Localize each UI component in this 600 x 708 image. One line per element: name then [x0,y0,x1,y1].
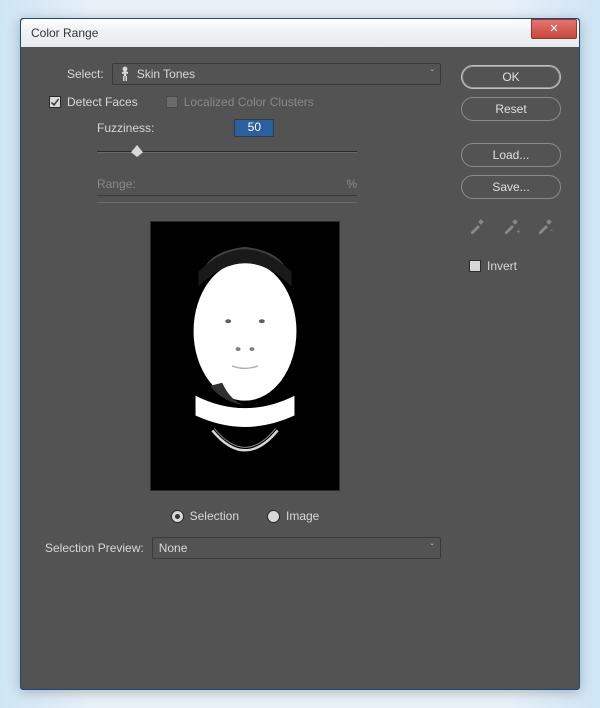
selection-preview-dropdown[interactable]: None ˇ [152,537,441,559]
color-range-dialog: Color Range ✕ Select: Skin Tones ˇ Detec… [20,18,580,690]
svg-text:-: - [550,225,553,235]
select-value: Skin Tones [137,67,195,81]
eyedropper-add-icon: + [498,215,524,237]
select-dropdown[interactable]: Skin Tones ˇ [112,63,441,85]
slider-thumb[interactable] [131,145,143,157]
radio-selection-dot [171,510,184,523]
select-row: Select: Skin Tones ˇ [67,63,441,85]
checkbox-row: Detect Faces Localized Color Clusters [49,95,441,109]
selection-preview-thumbnail [150,221,340,491]
titlebar: Color Range ✕ [21,19,579,47]
radio-selection-label: Selection [190,509,239,523]
svg-text:+: + [516,227,521,236]
load-button[interactable]: Load... [461,143,561,167]
person-icon [119,66,131,82]
save-button[interactable]: Save... [461,175,561,199]
close-button[interactable]: ✕ [531,19,577,39]
range-label: Range: [97,177,136,191]
selection-preview-label: Selection Preview: [45,541,144,555]
invert-checkbox[interactable] [469,260,481,272]
left-column: Select: Skin Tones ˇ Detect Faces Locali… [49,63,441,559]
radio-image-dot [267,510,280,523]
eyedropper-row: + - [461,215,561,237]
window-title: Color Range [31,26,98,40]
fuzziness-slider[interactable] [97,143,357,163]
range-row: Range: % [97,177,357,191]
eyedropper-sub-icon: - [532,215,558,237]
close-icon: ✕ [549,24,558,35]
range-slider [97,195,357,203]
preview-mode-row: Selection Image [49,509,441,523]
right-column: OK Reset Load... Save... + - Invert [461,63,561,559]
radio-image[interactable]: Image [267,509,319,523]
invert-row: Invert [469,259,561,273]
chevron-down-icon: ˇ [431,69,434,80]
fuzziness-label: Fuzziness: [97,121,154,135]
invert-label: Invert [487,259,517,273]
reset-button[interactable]: Reset [461,97,561,121]
ok-button[interactable]: OK [461,65,561,89]
selection-preview-row: Selection Preview: None ˇ [45,537,441,559]
detect-faces-label: Detect Faces [67,95,138,109]
localized-clusters-label: Localized Color Clusters [184,95,314,109]
range-unit: % [346,177,357,191]
fuzziness-row: Fuzziness: 50 [97,119,441,137]
fuzziness-input[interactable]: 50 [234,119,274,137]
localized-clusters-checkbox [166,96,178,108]
radio-image-label: Image [286,509,319,523]
selection-preview-value: None [159,541,188,555]
select-label: Select: [67,67,104,81]
chevron-down-icon: ˇ [431,543,434,554]
detect-faces-checkbox[interactable] [49,96,61,108]
radio-selection[interactable]: Selection [171,509,239,523]
eyedropper-icon [464,215,490,237]
dialog-body: Select: Skin Tones ˇ Detect Faces Locali… [21,47,579,571]
